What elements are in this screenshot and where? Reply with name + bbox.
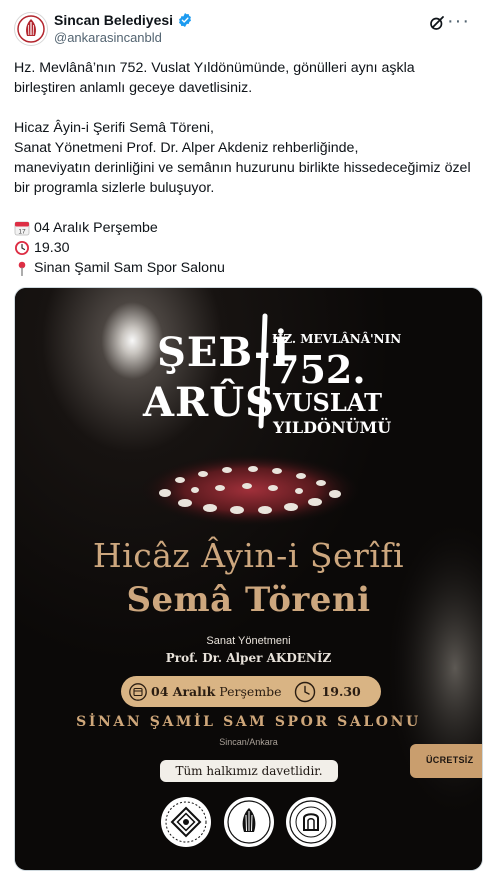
date-line: 17 04 Aralık Perşembe [14, 218, 476, 238]
poster-title: Hicâz Âyin-i Şerîfi [92, 536, 405, 575]
verified-badge-icon [179, 13, 192, 27]
calendar-icon [129, 682, 147, 701]
date-bold-text: 04 Aralık [151, 684, 216, 699]
clock-icon [15, 241, 29, 255]
time-line: 19.30 [14, 238, 476, 258]
venue-name: SİNAN ŞAMİL SAM SPOR SALONU [76, 714, 421, 730]
more-icon[interactable]: ··· [447, 10, 470, 33]
text-line: bir programla sizlerle buluşuyor. [14, 180, 215, 196]
time-text: 19.30 [34, 240, 70, 256]
invite-banner: Tüm halkımız davetlidir. [160, 760, 338, 782]
poster-yildonumu: YILDÖNÜMÜ [272, 417, 391, 437]
text-line: Hz. Mevlânâ’nın 752. Vuslat Yıldönümünde… [14, 60, 415, 76]
tweet-media-image[interactable]: ŞEB-İ ARÛS HZ. MEVLÂNÂ'NIN 752. VUSLAT Y… [14, 287, 483, 871]
text-line: birleştiren anlamlı geceye davetlisiniz. [14, 80, 253, 96]
poster-vuslat: VUSLAT [272, 388, 382, 417]
director-label: Sanat Yönetmeni [206, 635, 291, 647]
date-rest: Perşembe [219, 684, 282, 699]
pin-icon [18, 261, 26, 276]
poster-subtitle: Semâ Töreni [126, 580, 371, 620]
poster-hz: HZ. MEVLÂNÂ'NIN [272, 331, 401, 346]
director-name: Prof. Dr. Alper AKDENİZ [165, 651, 332, 665]
tweet-text: Hz. Mevlânâ’nın 752. Vuslat Yıldönümünde… [14, 58, 476, 278]
account-handle[interactable]: @ankarasincanbld [54, 30, 162, 45]
free-label: ÜCRETSİZ [426, 755, 474, 765]
culture-ministry-logo [161, 797, 211, 847]
free-ribbon: ÜCRETSİZ [410, 744, 482, 778]
calendar-icon: 17 [14, 221, 30, 236]
tweet-header: Sincan Belediyesi @ankarasincanbld ··· [14, 8, 470, 48]
poster-time: 19.30 [321, 684, 361, 699]
date-time-bar: 04 Aralık Perşembe 19.30 [121, 676, 381, 707]
place-text: Sinan Şamil Sam Spor Salonu [34, 260, 225, 276]
date-text: 04 Aralık Perşembe [34, 220, 158, 236]
avatar[interactable] [14, 12, 48, 46]
account-name[interactable]: Sincan Belediyesi [54, 12, 173, 28]
sincan-logo-icon [16, 14, 46, 44]
place-line: Sinan Şamil Sam Spor Salonu [14, 258, 476, 278]
text-line: Sanat Yönetmeni Prof. Dr. Alper Akdeniz … [14, 140, 359, 156]
clock-icon [294, 681, 315, 702]
grok-icon[interactable] [428, 14, 446, 32]
svg-text:17: 17 [18, 229, 26, 236]
date-bold: 04 Aralık [151, 684, 215, 699]
sincan-municipality-logo [224, 797, 274, 847]
text-line: Hicaz Âyin-i Şerifi Semâ Töreni, [14, 120, 215, 136]
ayby-university-logo [286, 797, 336, 847]
text-line: maneviyatın derinliğini ve semânın huzur… [14, 160, 471, 176]
poster-arus: ARÛS [142, 379, 275, 426]
poster-number: 752. [273, 347, 366, 392]
